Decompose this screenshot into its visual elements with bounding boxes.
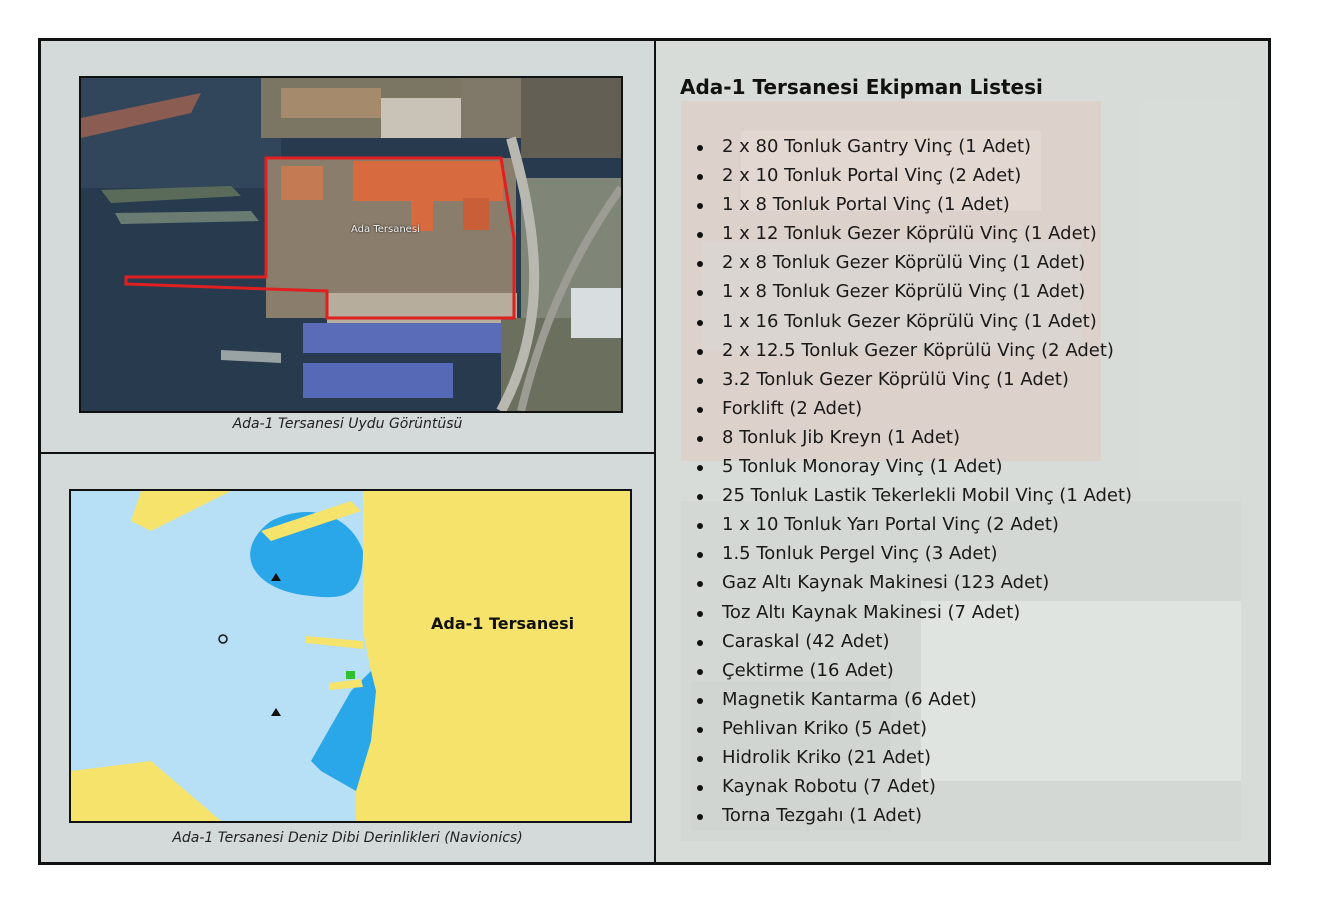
list-item: Gaz Altı Kaynak Makinesi (123 Adet): [678, 568, 1132, 597]
list-item: 1.5 Tonluk Pergel Vinç (3 Adet): [678, 539, 1132, 568]
list-item: Torna Tezgahı (1 Adet): [678, 801, 1132, 830]
equipment-list-title: Ada-1 Tersanesi Ekipman Listesi: [680, 75, 1043, 99]
satellite-caption: Ada-1 Tersanesi Uydu Görüntüsü: [232, 416, 463, 432]
list-item: 8 Tonluk Jib Kreyn (1 Adet): [678, 423, 1132, 452]
shipyard-pointer-label: Ada-1 Tersanesi: [431, 614, 575, 633]
satellite-map-label: Ada Tersanesi: [351, 224, 420, 235]
depth-chart-image: Ada-1 Tersanesi: [69, 489, 632, 823]
list-item: 5 Tonluk Monoray Vinç (1 Adet): [678, 452, 1132, 481]
document-frame: Ada Tersanesi Ada-1 Tersanesi Uydu Görün…: [38, 38, 1271, 865]
list-item: Caraskal (42 Adet): [678, 627, 1132, 656]
list-item: 2 x 12.5 Tonluk Gezer Köprülü Vinç (2 Ad…: [678, 336, 1132, 365]
list-item: 25 Tonluk Lastik Tekerlekli Mobil Vinç (…: [678, 481, 1132, 510]
satellite-panel: Ada Tersanesi Ada-1 Tersanesi Uydu Görün…: [41, 41, 656, 454]
list-item: 3.2 Tonluk Gezer Köprülü Vinç (1 Adet): [678, 365, 1132, 394]
list-item: 1 x 16 Tonluk Gezer Köprülü Vinç (1 Adet…: [678, 307, 1132, 336]
depth-chart-panel: Ada-1 Tersanesi Ada-1 Tersanesi Deniz Di…: [41, 454, 656, 862]
depth-chart-caption: Ada-1 Tersanesi Deniz Dibi Derinlikleri …: [172, 830, 523, 846]
satellite-image: Ada Tersanesi: [79, 76, 623, 413]
list-item: 2 x 8 Tonluk Gezer Köprülü Vinç (1 Adet): [678, 248, 1132, 277]
list-item: Forklift (2 Adet): [678, 394, 1132, 423]
list-item: Kaynak Robotu (7 Adet): [678, 772, 1132, 801]
list-item: Çektirme (16 Adet): [678, 656, 1132, 685]
list-item: 2 x 80 Tonluk Gantry Vinç (1 Adet): [678, 132, 1132, 161]
equipment-panel: Ada-1 Tersanesi Ekipman Listesi 2 x 80 T…: [656, 41, 1268, 862]
list-item: Toz Altı Kaynak Makinesi (7 Adet): [678, 598, 1132, 627]
equipment-list: 2 x 80 Tonluk Gantry Vinç (1 Adet) 2 x 1…: [678, 132, 1132, 830]
list-item: 1 x 8 Tonluk Portal Vinç (1 Adet): [678, 190, 1132, 219]
list-item: 1 x 12 Tonluk Gezer Köprülü Vinç (1 Adet…: [678, 219, 1132, 248]
list-item: 2 x 10 Tonluk Portal Vinç (2 Adet): [678, 161, 1132, 190]
list-item: 1 x 8 Tonluk Gezer Köprülü Vinç (1 Adet): [678, 277, 1132, 306]
list-item: Magnetik Kantarma (6 Adet): [678, 685, 1132, 714]
list-item: Hidrolik Kriko (21 Adet): [678, 743, 1132, 772]
list-item: Pehlivan Kriko (5 Adet): [678, 714, 1132, 743]
list-item: 1 x 10 Tonluk Yarı Portal Vinç (2 Adet): [678, 510, 1132, 539]
